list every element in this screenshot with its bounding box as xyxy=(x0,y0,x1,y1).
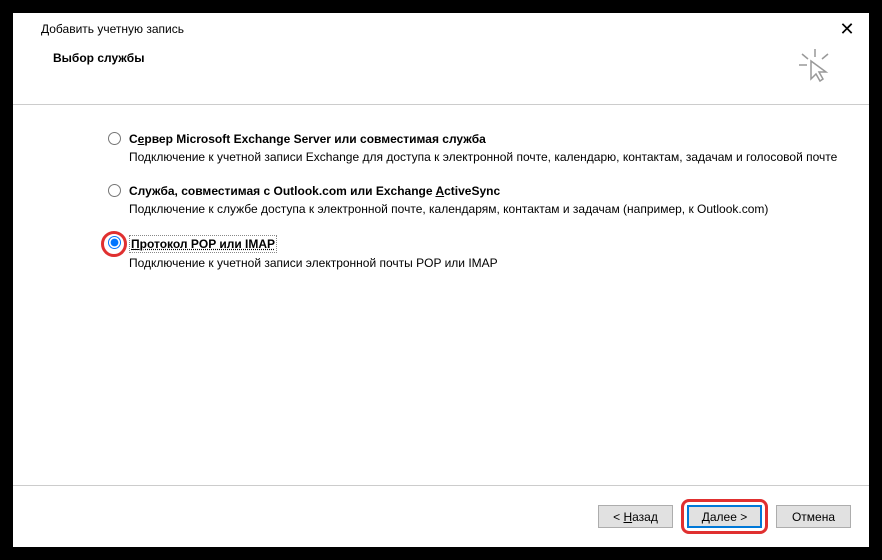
page-title: Выбор службы xyxy=(53,51,144,65)
radio-activesync[interactable] xyxy=(108,184,121,197)
option-pop-imap-title: Протокол POP или IMAP xyxy=(129,235,498,253)
option-text: Сервер Microsoft Exchange Server или сов… xyxy=(129,131,837,165)
radio-pop-imap[interactable] xyxy=(108,236,121,249)
dialog-frame: Добавить учетную запись ✕ Выбор службы xyxy=(10,10,872,550)
option-pop-imap: Протокол POP или IMAP Подключение к учет… xyxy=(108,235,839,271)
back-button[interactable]: < Назад xyxy=(598,505,673,528)
option-text: Протокол POP или IMAP Подключение к учет… xyxy=(129,235,498,271)
option-activesync-desc: Подключение к службе доступа к электронн… xyxy=(129,201,768,217)
cursor-click-icon xyxy=(797,47,833,86)
wizard-header: Выбор службы xyxy=(13,43,869,105)
dialog-window: Добавить учетную запись ✕ Выбор службы xyxy=(13,13,869,547)
option-text: Служба, совместимая с Outlook.com или Ex… xyxy=(129,183,768,217)
radio-exchange[interactable] xyxy=(108,132,121,145)
radio-wrap xyxy=(108,132,122,146)
option-exchange: Сервер Microsoft Exchange Server или сов… xyxy=(108,131,839,165)
close-icon[interactable]: ✕ xyxy=(837,20,857,38)
option-activesync-title: Служба, совместимая с Outlook.com или Ex… xyxy=(129,183,768,199)
radio-wrap xyxy=(108,184,122,198)
highlight-next: Далее > xyxy=(681,499,768,534)
option-exchange-desc: Подключение к учетной записи Exchange дл… xyxy=(129,149,837,165)
cancel-button[interactable]: Отмена xyxy=(776,505,851,528)
window-title: Добавить учетную запись xyxy=(41,22,184,36)
next-button[interactable]: Далее > xyxy=(687,505,762,528)
titlebar: Добавить учетную запись ✕ xyxy=(13,13,869,43)
option-activesync: Служба, совместимая с Outlook.com или Ex… xyxy=(108,183,839,217)
option-pop-imap-desc: Подключение к учетной записи электронной… xyxy=(129,255,498,271)
option-exchange-title: Сервер Microsoft Exchange Server или сов… xyxy=(129,131,837,147)
wizard-footer: < Назад Далее > Отмена xyxy=(13,485,869,547)
radio-wrap xyxy=(108,236,122,250)
options-panel: Сервер Microsoft Exchange Server или сов… xyxy=(13,105,869,485)
